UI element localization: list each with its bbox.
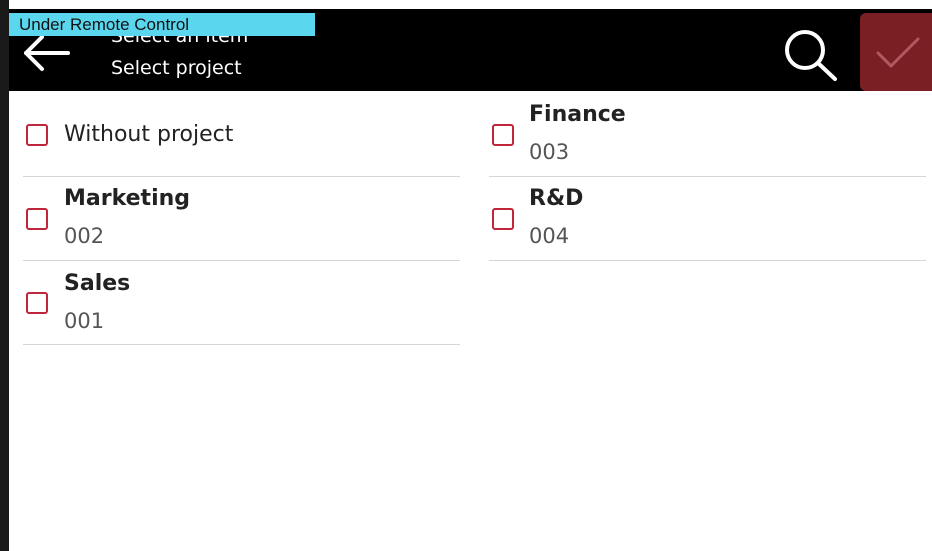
item-name: Marketing (64, 186, 191, 211)
checkmark-icon (876, 37, 920, 68)
arrow-left-icon (24, 35, 70, 71)
list-item-rnd[interactable]: R&D 004 (489, 177, 926, 261)
item-code: 004 (529, 224, 570, 248)
checkbox[interactable] (26, 208, 48, 230)
list-item-marketing[interactable]: Marketing 002 (23, 177, 460, 261)
remote-control-banner: Under Remote Control (9, 13, 315, 36)
search-button[interactable] (780, 27, 842, 83)
checkbox[interactable] (26, 124, 48, 146)
header-subtitle: Select project (111, 57, 242, 79)
item-name: Finance (529, 102, 626, 127)
item-code: 003 (529, 140, 570, 164)
item-name: R&D (529, 186, 584, 211)
checkbox[interactable] (492, 208, 514, 230)
left-frame (0, 0, 9, 551)
back-button[interactable] (22, 32, 72, 74)
item-code: 001 (64, 309, 105, 333)
list-item-without-project[interactable]: Without project (23, 93, 460, 177)
item-code: 002 (64, 224, 105, 248)
list-item-finance[interactable]: Finance 003 (489, 93, 926, 177)
list-item-sales[interactable]: Sales 001 (23, 261, 460, 345)
checkbox[interactable] (492, 124, 514, 146)
confirm-button[interactable] (860, 13, 932, 91)
search-icon (785, 30, 837, 81)
item-name: Without project (64, 122, 234, 147)
item-name: Sales (64, 271, 131, 296)
checkbox[interactable] (26, 292, 48, 314)
project-selector-screen: Select an item Select project Under Remo… (0, 0, 932, 551)
top-frame (0, 0, 932, 9)
